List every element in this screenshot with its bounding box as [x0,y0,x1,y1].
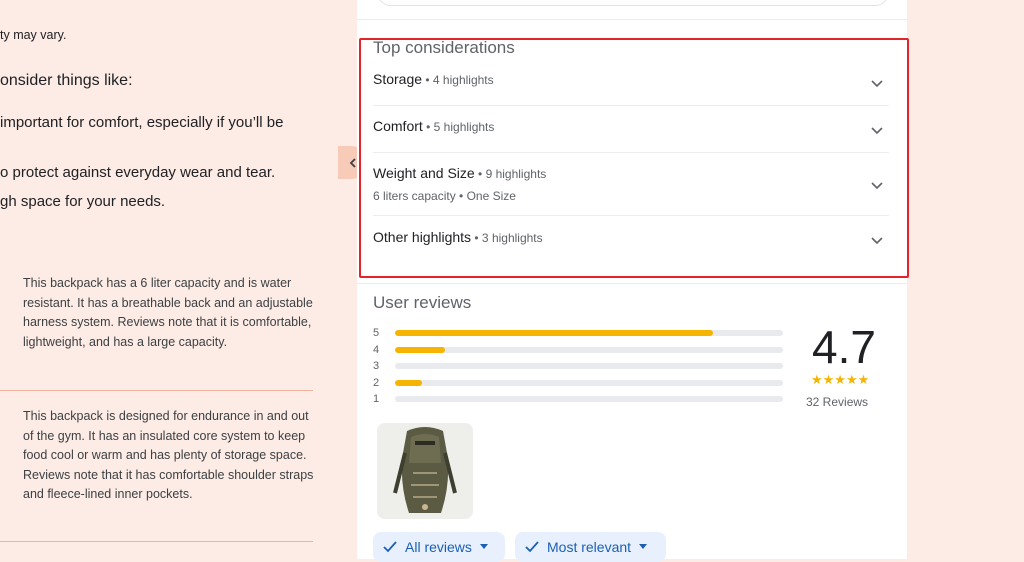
filter-all-reviews[interactable]: All reviews [373,532,505,562]
article-heading: onsider things like: [0,72,133,89]
divider [0,541,313,542]
dropdown-icon [479,544,488,549]
divider [0,390,313,391]
star-label: 2 [373,376,380,389]
product-summary-1: This backpack has a 6 liter capacity and… [23,276,313,349]
rating-bar-fill [395,379,423,386]
highlight-annotation-box [359,38,909,278]
divider [357,19,907,20]
filter-label: All reviews [405,539,472,555]
rating-bar-row[interactable]: 5 [373,325,783,342]
average-rating: 4.7 [812,321,876,373]
star-label: 5 [373,327,380,339]
rating-bar-track [395,396,783,402]
rating-bar-track [395,379,783,386]
rating-bar-track [395,346,783,353]
rating-bar-row[interactable]: 1 [373,391,783,408]
rating-bar-fill [395,330,714,336]
rating-bar-row[interactable]: 3 [373,358,783,375]
rating-bar-fill [395,346,446,353]
review-count[interactable]: 32 Reviews [806,395,868,409]
dropdown-icon [639,544,648,549]
star-label: 1 [373,393,380,405]
filter-most-relevant[interactable]: Most relevant [515,532,666,562]
article-text-line: gh space for your needs. [0,193,166,210]
check-icon [525,541,539,553]
article-text-line: o protect against everyday wear and tear… [0,164,276,181]
rating-bar-track [395,363,783,369]
article-text-line: important for comfort, especially if you… [0,114,284,131]
review-image-thumbnail[interactable] [377,423,473,519]
section-title: User reviews [373,293,472,312]
filter-label: Most relevant [547,539,632,555]
check-icon [383,541,397,553]
divider [357,283,907,284]
article-text-line: ty may vary. [0,28,67,42]
star-rating-icon: ★★★★★ [811,372,870,387]
product-summary-2: This backpack is designed for endurance … [23,409,314,501]
rating-bar-track [395,330,783,336]
rating-bar-row[interactable]: 4 [373,342,783,359]
search-box[interactable] [377,0,889,6]
backpack-image [377,423,473,519]
star-label: 3 [373,360,380,372]
star-label: 4 [373,343,380,356]
rating-bar-row[interactable]: 2 [373,375,783,392]
rating-distribution: 5 4 3 2 1 [373,325,783,408]
